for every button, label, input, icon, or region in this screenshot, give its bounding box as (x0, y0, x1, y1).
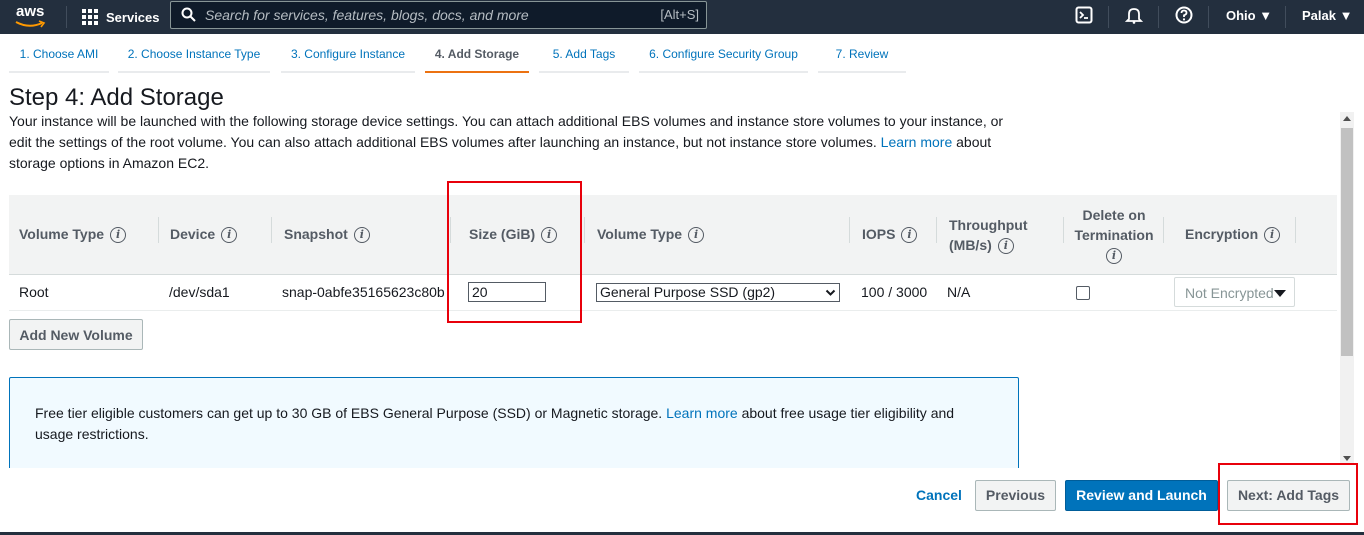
tab-add-storage[interactable]: 4. Add Storage (425, 43, 529, 73)
aws-logo[interactable]: aws (15, 3, 51, 31)
col-iops[interactable]: IOPS i (862, 224, 918, 244)
aws-logo-text: aws (16, 3, 45, 20)
volume-type-select-value: General Purpose SSD (gp2) (600, 284, 776, 300)
col-separator (271, 217, 272, 243)
tab-configure-instance[interactable]: 3. Configure Instance (281, 43, 415, 73)
cancel-button[interactable]: Cancel (905, 480, 973, 510)
add-new-volume-button[interactable]: Add New Volume (9, 319, 143, 350)
col-volume-type-2[interactable]: Volume Type i (597, 224, 705, 244)
col-throughput[interactable]: Throughput (MB/s) i (949, 215, 1028, 255)
col-throughput-label: Throughput (949, 217, 1028, 233)
page-title: Step 4: Add Storage (9, 84, 224, 111)
tab-configure-security-group[interactable]: 6. Configure Security Group (639, 43, 808, 73)
col-snapshot[interactable]: Snapshot i (284, 224, 370, 244)
top-nav-bar: aws Services Search for services, featur… (0, 0, 1364, 34)
account-menu[interactable]: Palak ▼ (1302, 8, 1352, 23)
scroll-down-arrow[interactable] (1343, 456, 1351, 461)
info-icon[interactable]: i (1264, 227, 1281, 244)
page-description: Your instance will be launched with the … (9, 111, 1019, 174)
cell-device: /dev/sda1 (169, 284, 230, 300)
region-selector[interactable]: Ohio ▼ (1226, 8, 1272, 23)
col-iops-label: IOPS (862, 226, 896, 242)
chevron-down-icon (825, 289, 836, 296)
col-separator (584, 217, 585, 243)
col-separator (450, 217, 451, 243)
info-icon[interactable]: i (353, 227, 370, 244)
cell-iops: 100 / 3000 (861, 284, 928, 300)
col-throughput-unit: (MB/s) (949, 237, 992, 253)
services-label: Services (106, 9, 160, 25)
aws-smile-icon (15, 20, 46, 28)
col-device[interactable]: Device i (170, 224, 238, 244)
size-input[interactable]: 20 (468, 282, 546, 302)
tab-choose-ami[interactable]: 1. Choose AMI (9, 43, 109, 73)
col-snapshot-label: Snapshot (284, 226, 348, 242)
review-and-launch-button[interactable]: Review and Launch (1065, 480, 1218, 511)
col-delete-label: Delete on (1082, 207, 1146, 223)
tab-choose-instance-type[interactable]: 2. Choose Instance Type (118, 43, 270, 73)
col-encryption-label: Encryption (1185, 226, 1259, 242)
search-input[interactable]: Search for services, features, blogs, do… (170, 1, 707, 29)
cell-throughput: N/A (947, 284, 971, 300)
col-volume-type-label: Volume Type (19, 226, 105, 242)
col-volume-type[interactable]: Volume Type i (19, 224, 127, 244)
info-text: Free tier eligible customers can get up … (35, 405, 663, 421)
cell-volume-type: Root (19, 284, 49, 300)
col-termination-label: Termination (1074, 227, 1154, 243)
description-text: Your instance will be launched with the … (9, 113, 1004, 150)
col-separator (158, 217, 159, 243)
col-separator (849, 217, 850, 243)
info-icon[interactable]: i (997, 238, 1014, 255)
storage-table-header: Volume Type i Device i Snapshot i Size (GiB… (9, 195, 1337, 275)
encryption-select[interactable]: Not Encrypted (1174, 277, 1295, 307)
encryption-select-value: Not Encrypted (1185, 285, 1274, 301)
col-encryption[interactable]: Encryption i (1185, 224, 1281, 244)
next-add-tags-button[interactable]: Next: Add Tags (1227, 480, 1350, 511)
info-icon[interactable]: i (221, 227, 238, 244)
free-tier-info-box: Free tier eligible customers can get up … (9, 377, 1019, 477)
nav-divider (1285, 6, 1286, 28)
search-placeholder: Search for services, features, blogs, do… (205, 7, 529, 23)
help-icon[interactable] (1175, 6, 1193, 24)
search-icon (181, 7, 196, 22)
col-delete-on-termination[interactable]: Delete on Termination i (1074, 205, 1154, 265)
nav-divider (66, 6, 67, 28)
col-separator (1163, 217, 1164, 243)
free-tier-info-text: Free tier eligible customers can get up … (35, 403, 985, 445)
delete-on-termination-checkbox[interactable] (1076, 286, 1090, 300)
info-icon[interactable]: i (688, 227, 705, 244)
info-learn-more-link[interactable]: Learn more (666, 405, 738, 421)
col-size-label: Size (GiB) (469, 226, 536, 242)
services-grid-icon (82, 9, 98, 25)
volume-type-select[interactable]: General Purpose SSD (gp2) (596, 283, 840, 302)
col-separator (936, 217, 937, 243)
col-device-label: Device (170, 226, 216, 242)
info-icon[interactable]: i (1106, 248, 1122, 265)
info-icon[interactable]: i (110, 227, 127, 244)
info-icon[interactable]: i (901, 227, 918, 244)
learn-more-link[interactable]: Learn more (881, 134, 953, 150)
previous-button[interactable]: Previous (975, 480, 1056, 511)
table-row: Root /dev/sda1 snap-0abfe35165623c80b 20… (9, 275, 1337, 311)
scroll-up-arrow[interactable] (1343, 116, 1351, 121)
tab-review[interactable]: 7. Review (818, 43, 906, 73)
cell-snapshot: snap-0abfe35165623c80b (282, 284, 445, 300)
bell-icon[interactable] (1125, 6, 1143, 24)
col-separator (1295, 217, 1296, 243)
cloudshell-icon[interactable] (1075, 6, 1093, 24)
col-volume-type-2-label: Volume Type (597, 226, 683, 242)
nav-divider (1208, 6, 1209, 28)
col-separator (1063, 217, 1064, 243)
caret-down-icon (1274, 290, 1286, 297)
scrollbar-thumb[interactable] (1341, 128, 1353, 356)
nav-divider (1158, 6, 1159, 28)
nav-divider (1108, 6, 1109, 28)
services-menu-button[interactable]: Services (82, 6, 160, 28)
search-shortcut: [Alt+S] (660, 7, 699, 22)
info-icon[interactable]: i (541, 227, 558, 244)
col-size[interactable]: Size (GiB) i (469, 224, 558, 244)
tab-add-tags[interactable]: 5. Add Tags (539, 43, 629, 73)
